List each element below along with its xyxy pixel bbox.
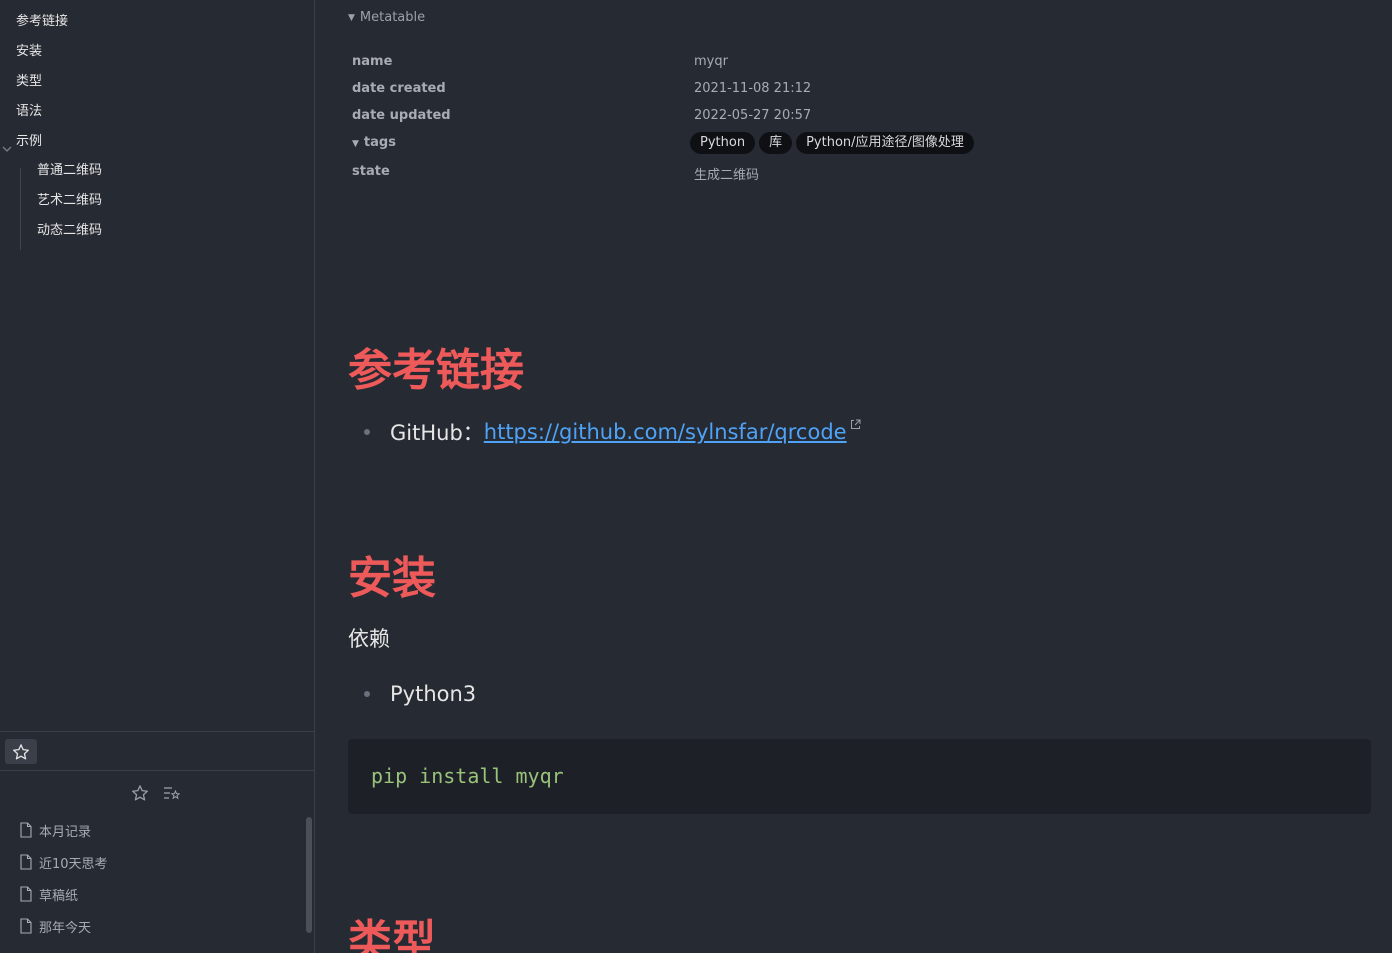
outline-item-types[interactable]: 类型 [16,72,42,92]
file-icon [20,822,32,838]
meta-value-name[interactable]: myqr [694,54,728,69]
favorite-item[interactable]: 近10天思考 [19,851,108,873]
list-item: GitHub： https://github.com/sylnsfar/qrco… [364,417,861,447]
outline-item-syntax[interactable]: 语法 [16,102,42,122]
sidebar: 参考链接 安装 类型 语法 示例 普通二维码 艺术二维码 动态二维码 本月记录 … [0,0,315,953]
scrollbar-thumb[interactable] [306,817,312,933]
list-item: Python3 [364,682,476,706]
star-icon[interactable] [131,784,149,802]
editor-content: ▼ Metatable name myqr date created 2021-… [316,0,1392,953]
external-link-icon [850,419,861,429]
favorites-actions [0,780,315,806]
github-link[interactable]: https://github.com/sylnsfar/qrcode [484,420,847,444]
favorite-item-label: 那年今天 [39,920,92,936]
tag-pill[interactable]: Python/应用途径/图像处理 [796,132,974,154]
meta-value-state[interactable]: 生成二维码 [694,164,759,183]
metatable-title: Metatable [359,10,426,25]
file-icon [20,886,32,902]
favorites-toolbar [0,731,315,771]
sort-favorites-icon[interactable] [163,785,180,801]
file-icon [20,854,32,870]
meta-value-tags: Python 库 Python/应用途径/图像处理 [690,132,974,154]
app-window: 参考链接 安装 类型 语法 示例 普通二维码 艺术二维码 动态二维码 本月记录 … [0,0,1392,953]
outline-item-animated-qr[interactable]: 动态二维码 [37,221,102,241]
favorite-item-label: 本月记录 [39,824,92,840]
code-block[interactable]: pip install myqr [348,739,1371,814]
tag-pill[interactable]: Python [690,132,756,154]
code-text: pip install myqr [371,764,564,788]
meta-key-date-updated: date updated [352,108,451,123]
triangle-down-icon: ▼ [352,139,359,149]
favorite-item[interactable]: 那年今天 [19,915,91,937]
bullet-dot [364,429,370,435]
favorite-item-label: 草稿纸 [39,888,79,904]
file-icon [20,918,32,934]
outline-item-normal-qr[interactable]: 普通二维码 [37,161,102,181]
deps-paragraph: 依赖 [348,627,390,651]
heading-links: 参考链接 [348,345,524,396]
meta-key-state: state [352,164,390,179]
tag-pill[interactable]: 库 [759,132,793,154]
meta-value-date-created[interactable]: 2021-11-08 21:12 [694,81,811,96]
meta-value-date-updated[interactable]: 2022-05-27 20:57 [694,108,811,123]
meta-key-tags-label: tags [363,135,396,150]
favorite-item[interactable]: 草稿纸 [19,883,78,905]
heading-install: 安装 [348,553,436,604]
dependency-item: Python3 [390,682,477,706]
metatable-toggle[interactable]: ▼ Metatable [348,10,425,25]
favorites-tab[interactable] [5,739,37,764]
triangle-down-icon: ▼ [348,12,355,23]
favorite-item[interactable]: 本月记录 [19,819,91,841]
meta-key-name: name [352,54,393,69]
star-icon [13,743,29,759]
outline-item-examples[interactable]: 示例 [16,132,42,152]
meta-key-date-created: date created [352,81,446,96]
favorites-scrollbar[interactable] [305,815,313,935]
outline-item-links[interactable]: 参考链接 [16,12,68,32]
chevron-down-icon[interactable] [2,142,12,156]
meta-key-tags[interactable]: ▼ tags [352,135,396,150]
outline-item-art-qr[interactable]: 艺术二维码 [37,191,102,211]
favorite-item-label: 近10天思考 [39,856,108,872]
heading-types: 类型 [348,916,436,953]
outline-indent-guide [20,168,21,250]
bullet-dot [364,691,370,697]
github-label: GitHub： [390,421,484,445]
outline-item-install[interactable]: 安装 [16,42,42,62]
